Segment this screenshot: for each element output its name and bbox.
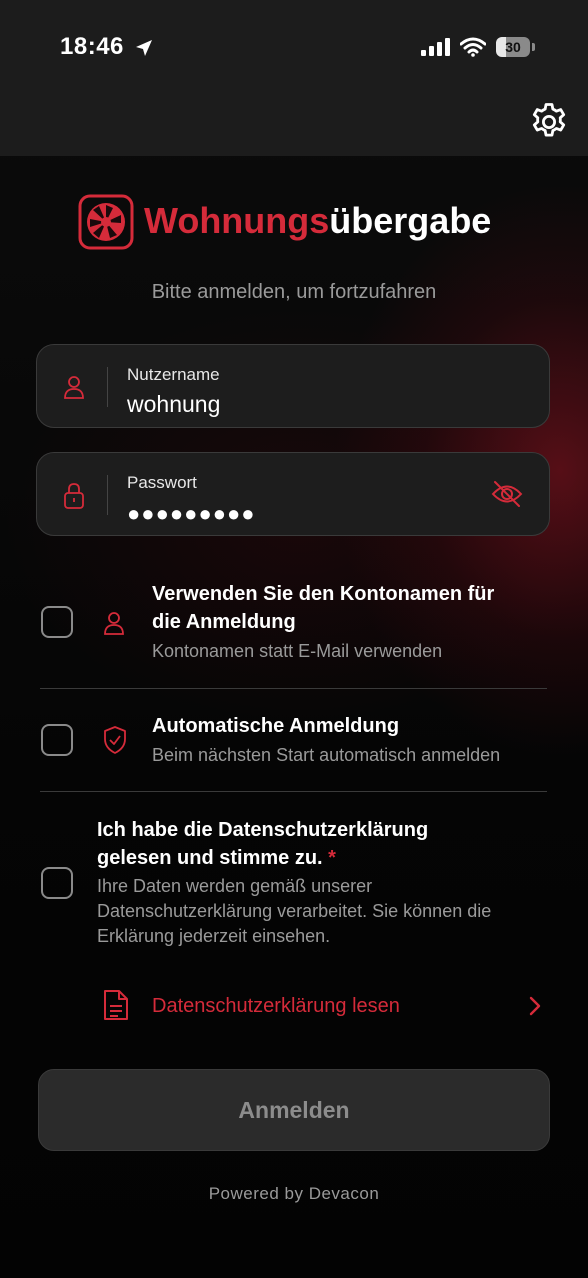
account-name-title: Verwenden Sie den Kontonamen für die Anm… xyxy=(152,580,494,636)
field-divider xyxy=(107,475,108,515)
top-bar xyxy=(0,0,588,156)
privacy-title: Ich habe die Datenschutzerklärung gelese… xyxy=(97,816,428,872)
location-arrow-icon xyxy=(136,40,152,56)
privacy-title-line2-wrap: gelesen und stimme zu. * xyxy=(97,844,428,872)
shield-check-icon xyxy=(104,726,126,754)
user-icon xyxy=(104,612,124,635)
document-icon xyxy=(104,990,128,1020)
auto-login-subtitle: Beim nächsten Start automatisch anmelden xyxy=(152,745,501,765)
powered-by: Powered by Devacon xyxy=(208,1184,380,1203)
required-marker: * xyxy=(328,847,336,869)
account-name-checkbox[interactable] xyxy=(41,606,73,638)
eye-off-icon[interactable] xyxy=(491,480,523,508)
divider xyxy=(40,791,547,792)
login-subtitle: Bitte anmelden, um fortzufahren xyxy=(151,281,437,303)
chevron-right-icon[interactable] xyxy=(528,995,542,1017)
auto-login-checkbox[interactable] xyxy=(41,724,73,756)
password-label: Passwort xyxy=(127,473,197,492)
auto-login-title: Automatische Anmeldung xyxy=(152,715,400,737)
privacy-checkbox[interactable] xyxy=(41,867,73,899)
app-title-part1: Wohnungs xyxy=(144,200,330,241)
divider xyxy=(40,688,547,689)
app-title-part2: übergabe xyxy=(329,200,492,241)
privacy-subtitle-line1: Ihre Daten werden gemäß unserer xyxy=(97,876,373,896)
account-name-subtitle: Kontonamen statt E-Mail verwenden xyxy=(152,641,443,661)
status-time: 18:46 xyxy=(60,33,124,60)
password-field[interactable]: Passwort ●●●●●●●●● xyxy=(36,452,550,536)
account-name-title-line1: Verwenden Sie den Kontonamen für xyxy=(152,583,495,605)
cellular-signal-icon xyxy=(421,38,450,56)
username-field[interactable]: Nutzername wohnung xyxy=(36,344,550,428)
user-icon xyxy=(64,376,84,399)
privacy-subtitle-line2: Datenschutzerklärung verarbeitet. Sie kö… xyxy=(97,901,492,921)
wifi-icon xyxy=(460,37,486,57)
battery-level: 30 xyxy=(505,39,521,55)
username-input[interactable]: wohnung xyxy=(127,391,220,418)
account-name-title-line2: die Anmeldung xyxy=(152,611,296,633)
privacy-title-line2: gelesen und stimme zu. xyxy=(97,847,323,869)
privacy-title-line1: Ich habe die Datenschutzerklärung xyxy=(97,819,429,841)
login-button[interactable]: Anmelden xyxy=(38,1069,550,1151)
privacy-subtitle: Ihre Daten werden gemäß unserer Datensch… xyxy=(97,874,491,949)
shutter-logo-icon xyxy=(78,194,134,250)
username-label: Nutzername xyxy=(127,365,220,384)
gear-icon[interactable] xyxy=(528,101,570,143)
password-input[interactable]: ●●●●●●●●● xyxy=(127,501,256,527)
app-title: Wohnungsübergabe xyxy=(144,200,491,242)
lock-icon xyxy=(64,483,84,509)
field-divider xyxy=(107,367,108,407)
battery-tip xyxy=(532,43,535,51)
privacy-policy-link[interactable]: Datenschutzerklärung lesen xyxy=(152,995,400,1018)
privacy-subtitle-line3: Erklärung jederzeit einsehen. xyxy=(97,926,331,946)
